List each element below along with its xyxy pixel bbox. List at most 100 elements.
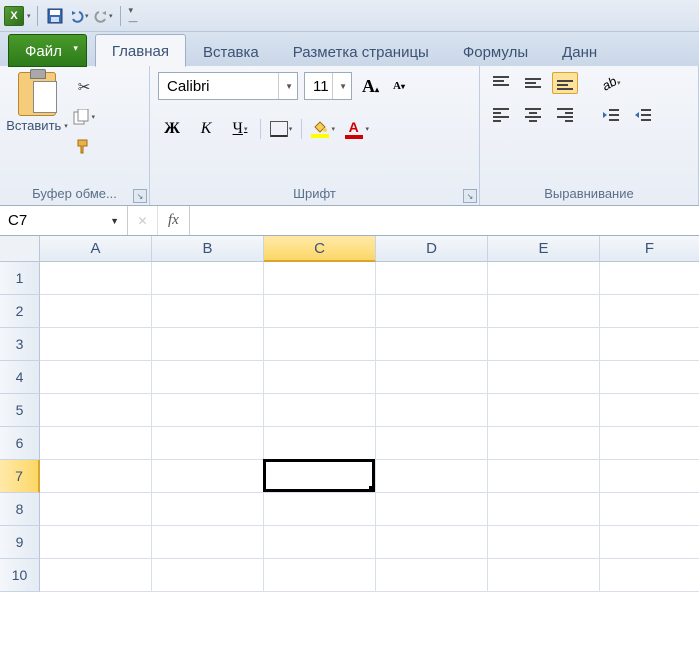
row-header[interactable]: 8 [0,493,40,526]
tab-file[interactable]: Файл [8,34,87,67]
row-header[interactable]: 10 [0,559,40,592]
cell[interactable] [40,328,152,361]
name-box[interactable]: C7 ▼ [0,206,128,235]
column-header[interactable]: E [488,236,600,262]
cell[interactable] [40,427,152,460]
save-button[interactable] [44,5,66,27]
cell[interactable] [40,526,152,559]
cell[interactable] [264,295,376,328]
row-header[interactable]: 1 [0,262,40,295]
row-header[interactable]: 3 [0,328,40,361]
font-color-button[interactable]: A ▾ [342,116,370,142]
cell[interactable] [600,493,699,526]
cancel-edit-button[interactable]: ✕ [128,206,158,235]
cell[interactable] [152,427,264,460]
cell[interactable] [600,295,699,328]
cell[interactable] [488,526,600,559]
cell[interactable] [600,526,699,559]
cell[interactable] [264,460,376,493]
cell[interactable] [152,295,264,328]
cell[interactable] [376,460,488,493]
paste-button[interactable]: Вставить▾ [8,72,66,184]
cell[interactable] [376,361,488,394]
underline-button[interactable]: Ч▾ [226,116,254,142]
cut-button[interactable]: ✂ [72,76,96,98]
cell[interactable] [152,493,264,526]
cell[interactable] [488,427,600,460]
cell[interactable] [152,361,264,394]
decrease-indent-button[interactable] [598,104,624,126]
cell[interactable] [264,427,376,460]
cell[interactable] [488,559,600,592]
cell[interactable] [152,328,264,361]
row-header[interactable]: 6 [0,427,40,460]
cell[interactable] [376,427,488,460]
bold-button[interactable]: Ж [158,116,186,142]
column-header[interactable]: D [376,236,488,262]
clipboard-launcher[interactable]: ↘ [133,189,147,203]
cell[interactable] [488,394,600,427]
cell[interactable] [488,262,600,295]
align-left-button[interactable] [488,104,514,126]
tab-home[interactable]: Главная [95,34,186,67]
cell[interactable] [40,295,152,328]
tab-insert[interactable]: Вставка [186,35,276,67]
cell[interactable] [600,559,699,592]
grow-font-button[interactable]: A▴ [358,74,383,99]
cell[interactable] [600,427,699,460]
row-header[interactable]: 5 [0,394,40,427]
fill-color-button[interactable]: ▾ [308,116,336,142]
cell[interactable] [488,361,600,394]
align-right-button[interactable] [552,104,578,126]
cell[interactable] [264,328,376,361]
select-all-corner[interactable] [0,236,40,262]
cell[interactable] [376,262,488,295]
name-box-arrow[interactable]: ▼ [110,216,119,226]
cell[interactable] [152,262,264,295]
cell[interactable] [600,328,699,361]
insert-function-button[interactable]: fx [158,206,190,235]
row-header[interactable]: 7 [0,460,40,493]
tab-formulas[interactable]: Формулы [446,35,545,67]
cell[interactable] [376,295,488,328]
cell[interactable] [600,361,699,394]
formula-input[interactable] [190,206,699,235]
cell[interactable] [40,559,152,592]
cell[interactable] [40,460,152,493]
tab-data[interactable]: Данн [545,35,614,67]
cell[interactable] [264,262,376,295]
format-painter-button[interactable] [72,136,96,158]
column-header[interactable]: F [600,236,699,262]
row-header[interactable]: 4 [0,361,40,394]
cell[interactable] [264,361,376,394]
italic-button[interactable]: К [192,116,220,142]
app-menu-arrow[interactable]: ▾ [27,12,31,20]
orientation-button[interactable]: ab▾ [598,72,624,94]
row-header[interactable]: 2 [0,295,40,328]
cell[interactable] [376,493,488,526]
cell[interactable] [40,493,152,526]
align-middle-button[interactable] [520,72,546,94]
qat-customize[interactable]: ▾― [127,5,140,26]
cell[interactable] [40,394,152,427]
align-bottom-button[interactable] [552,72,578,94]
font-launcher[interactable]: ↘ [463,189,477,203]
cell[interactable] [600,394,699,427]
row-header[interactable]: 9 [0,526,40,559]
font-name-combo[interactable]: Calibri▼ [158,72,298,100]
cell[interactable] [40,262,152,295]
shrink-font-button[interactable]: A▾ [389,78,409,94]
column-header[interactable]: C [264,236,376,262]
cell[interactable] [376,328,488,361]
align-center-button[interactable] [520,104,546,126]
cell[interactable] [376,394,488,427]
cell[interactable] [264,394,376,427]
cell[interactable] [152,394,264,427]
cell[interactable] [152,526,264,559]
cell[interactable] [600,262,699,295]
column-header[interactable]: A [40,236,152,262]
cell[interactable] [152,460,264,493]
borders-button[interactable]: ▾ [267,116,295,142]
cell[interactable] [600,460,699,493]
cell[interactable] [264,493,376,526]
